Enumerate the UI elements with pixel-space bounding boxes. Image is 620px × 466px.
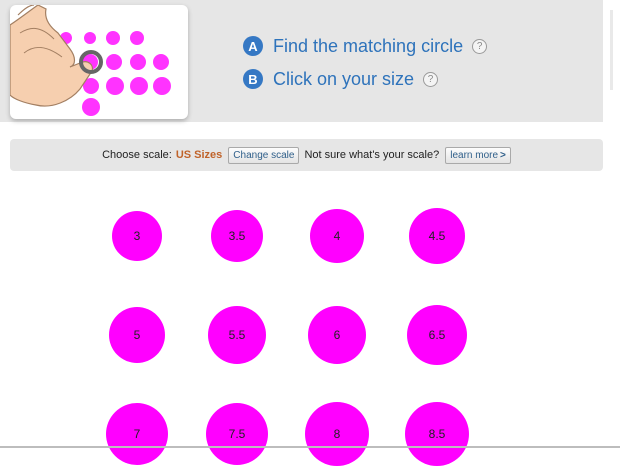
size-label: 8	[333, 427, 341, 441]
size-circle-5-5[interactable]: 5.5	[208, 306, 266, 364]
divider	[0, 446, 620, 448]
size-label: 7.5	[228, 427, 246, 441]
current-scale-value: US Sizes	[175, 149, 223, 161]
learn-more-label: learn more	[450, 149, 499, 161]
size-label: 5	[133, 328, 141, 342]
size-circle-8-5[interactable]: 8.5	[405, 402, 469, 466]
size-label: 4	[333, 229, 341, 243]
size-circle-6-5[interactable]: 6.5	[407, 305, 467, 365]
instructions-header: A Find the matching circle ? B Click on …	[0, 0, 603, 122]
choose-scale-label: Choose scale:	[102, 149, 172, 161]
scrollbar-thumb[interactable]	[610, 10, 613, 90]
help-icon[interactable]: ?	[423, 71, 439, 87]
size-circle-4[interactable]: 4	[310, 209, 364, 263]
learn-more-button[interactable]: learn more >	[445, 146, 511, 164]
size-circle-6[interactable]: 6	[308, 306, 366, 364]
scale-help-question: Not sure what's your scale?	[304, 149, 440, 161]
size-circle-7[interactable]: 7	[106, 403, 168, 465]
step-a-text: Find the matching circle	[273, 35, 464, 56]
size-label: 4.5	[428, 229, 446, 243]
hand-illustration	[10, 5, 188, 119]
size-label: 3	[133, 229, 141, 243]
size-circle-7-5[interactable]: 7.5	[206, 403, 268, 465]
size-label: 6	[333, 328, 341, 342]
step-a-badge: A	[243, 36, 263, 56]
size-label: 3.5	[228, 229, 246, 243]
scrollbar[interactable]	[607, 0, 620, 446]
size-circle-3[interactable]: 3	[112, 211, 162, 261]
size-label: 6.5	[428, 328, 446, 342]
help-icon[interactable]: ?	[472, 38, 488, 54]
size-label: 8.5	[428, 427, 446, 441]
size-circle-8[interactable]: 8	[305, 402, 369, 466]
size-circle-5[interactable]: 5	[109, 307, 165, 363]
step-b-text: Click on your size	[273, 68, 415, 89]
size-label: 7	[133, 427, 141, 441]
step-b-badge: B	[243, 69, 263, 89]
instruction-steps: A Find the matching circle ? B Click on …	[243, 34, 488, 100]
hand-measuring-ring-illustration	[10, 5, 171, 116]
chevron-right-icon: >	[500, 149, 506, 161]
size-label: 5.5	[228, 328, 246, 342]
size-circle-4-5[interactable]: 4.5	[409, 208, 465, 264]
step-b: B Click on your size ?	[243, 67, 487, 91]
change-scale-button[interactable]: Change scale	[228, 146, 300, 164]
scale-selector-bar: Choose scale: US Sizes Change scale Not …	[10, 139, 603, 171]
step-a: A Find the matching circle ?	[243, 34, 488, 58]
size-circle-3-5[interactable]: 3.5	[211, 210, 263, 262]
